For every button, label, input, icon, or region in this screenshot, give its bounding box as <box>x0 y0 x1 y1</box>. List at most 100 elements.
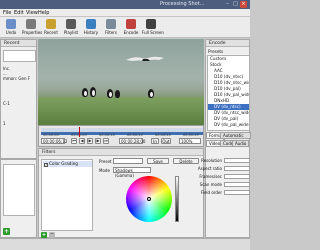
toolbar-filters-button[interactable]: Filters <box>102 19 120 37</box>
puffin-belly-image <box>109 92 112 97</box>
save-preset-button[interactable]: Save <box>147 158 169 164</box>
video-property-row: Field order <box>194 190 250 196</box>
toolbar-label: History <box>83 30 99 35</box>
timeline-tick-label: 00:00:00 <box>43 133 59 137</box>
menu-bar: File Edit View Help <box>0 9 250 17</box>
timeline-panel: 00:00:0000:00:0500:00:1000:00:1500:00:20… <box>38 125 204 147</box>
video-property-row: Resolution <box>194 158 250 164</box>
video-viewer[interactable] <box>38 39 204 125</box>
minimize-icon[interactable]: – <box>224 1 231 8</box>
grass-image <box>38 97 204 125</box>
recent-panel-header: Recent <box>1 40 36 47</box>
toolbar-full-screen-button[interactable]: Full Screen <box>142 19 164 37</box>
filters-panel: Filters ✓Color Grading + − Preset Save D… <box>38 148 204 238</box>
timeline-track[interactable] <box>41 132 203 135</box>
video-property-field[interactable] <box>224 190 250 195</box>
skip-start-icon[interactable]: ⏮ <box>71 138 77 144</box>
menu-edit[interactable]: Edit <box>14 10 24 16</box>
toolbar-label: Properties <box>22 30 43 35</box>
properties-icon <box>26 19 36 29</box>
video-property-field[interactable] <box>224 158 250 163</box>
left-lower-panel: + <box>0 159 37 238</box>
timeline-tick-label: 00:00:20 <box>155 133 171 137</box>
puffin-belly-image <box>84 91 87 96</box>
timeline-tick-label: 00:00:15 <box>127 133 143 137</box>
filter-checkbox[interactable]: ✓ <box>44 162 48 167</box>
mode-select[interactable]: Shadows (Gamma) <box>113 167 151 178</box>
preset-select[interactable] <box>113 158 143 164</box>
toolbar-label: Encode <box>123 30 139 35</box>
in-point-button[interactable]: In <box>151 138 159 144</box>
encode-panel-header: Encode <box>206 40 249 47</box>
playhead[interactable] <box>79 127 80 137</box>
window-titlebar: Processing Shot... – □ × <box>0 0 250 9</box>
left-list[interactable] <box>3 164 35 216</box>
recent-panel: Recent Inc.... mmon: Gen F C-1 1 <box>0 39 37 159</box>
add-icon[interactable]: + <box>3 228 10 235</box>
filter-list-item[interactable]: ✓Color Grading <box>43 161 92 167</box>
video-property-field[interactable] <box>224 174 250 179</box>
video-property-field[interactable] <box>224 182 250 187</box>
skip-end-icon[interactable]: ⏭ <box>103 138 109 144</box>
toolbar-label: Recent <box>44 30 58 35</box>
video-property-label: Scan mode <box>199 182 222 187</box>
flying-bird-image <box>126 56 164 61</box>
window-title: Processing Shot... <box>160 1 205 7</box>
menu-view[interactable]: View <box>26 10 38 16</box>
recent-icon <box>46 19 56 29</box>
undo-icon <box>6 19 16 29</box>
forward-icon[interactable]: ▶ <box>95 138 101 144</box>
video-property-label: Resolution <box>201 158 222 163</box>
timeline-tick-label: 00:00:25 <box>183 133 199 137</box>
filters-icon <box>106 19 116 29</box>
history-icon <box>86 19 96 29</box>
toolbar-recent-button[interactable]: Recent <box>42 19 60 37</box>
status-bar <box>0 238 250 250</box>
video-property-label: Aspect ratio <box>197 166 222 171</box>
puffin-belly-image <box>92 90 95 96</box>
video-property-row: Frames/sec <box>194 174 250 180</box>
color-wheel-handle[interactable] <box>147 197 151 201</box>
encode-panel: Encode Presets Custom Stock AAC D10 (dv_nts… <box>198 39 251 238</box>
puffin-image <box>115 90 120 98</box>
filter-list[interactable]: ✓Color Grading <box>41 159 93 231</box>
toolbar-playlist-button[interactable]: Playlist <box>62 19 80 37</box>
preset-item[interactable]: DV (dv_pal_wide) <box>208 122 249 128</box>
toolbar-label: Full Screen <box>142 30 164 35</box>
menu-help[interactable]: Help <box>38 10 49 16</box>
toolbar-label: Playlist <box>63 30 79 35</box>
toolbar-label: Undo <box>5 30 17 35</box>
encode-icon <box>126 19 136 29</box>
toolbar-history-button[interactable]: History <box>82 19 100 37</box>
toolbar-label: Filters <box>105 30 117 35</box>
brightness-slider[interactable] <box>175 176 179 222</box>
recent-search[interactable] <box>3 50 36 62</box>
zoom-select[interactable]: 100% <box>179 138 201 144</box>
preset-label: Preset <box>99 159 112 164</box>
out-point-button[interactable]: Out <box>161 138 171 144</box>
presets-tree[interactable]: Custom Stock AAC D10 (dv_ntsc) D10 (dv_ntsc_… <box>207 55 250 131</box>
tab-audio[interactable]: Audio <box>232 140 250 147</box>
toolbar-properties-button[interactable]: Properties <box>22 19 43 37</box>
current-timecode[interactable]: 00:00:06;12 <box>41 138 67 144</box>
play-icon[interactable]: ▶ <box>87 138 93 144</box>
rewind-icon[interactable]: ◀ <box>79 138 85 144</box>
menu-file[interactable]: File <box>3 10 11 16</box>
video-property-label: Field order <box>200 190 222 195</box>
toolbar-undo-button[interactable]: Undo <box>2 19 20 37</box>
puffin-belly-image <box>150 92 153 97</box>
tab-automatic-format[interactable]: Automatic Format <box>220 132 251 144</box>
video-property-row: Scan mode <box>194 182 250 188</box>
color-wheel[interactable] <box>126 176 172 222</box>
transport-controls: 00:00:06;12 ⏮ ◀ ▶ ▶ ⏭ 00:00:28;00 In Out… <box>41 138 203 146</box>
playlist-icon <box>66 19 76 29</box>
recent-line <box>3 146 36 151</box>
close-icon[interactable]: × <box>240 1 247 8</box>
toolbar-encode-button[interactable]: Encode <box>122 19 140 37</box>
maximize-icon[interactable]: □ <box>232 1 239 8</box>
fullscreen-icon <box>146 19 156 29</box>
timeline-tick-label: 00:00:10 <box>99 133 115 137</box>
mode-label: Mode <box>99 168 110 173</box>
video-property-field[interactable] <box>224 166 250 171</box>
filters-panel-header: Filters <box>39 149 203 156</box>
